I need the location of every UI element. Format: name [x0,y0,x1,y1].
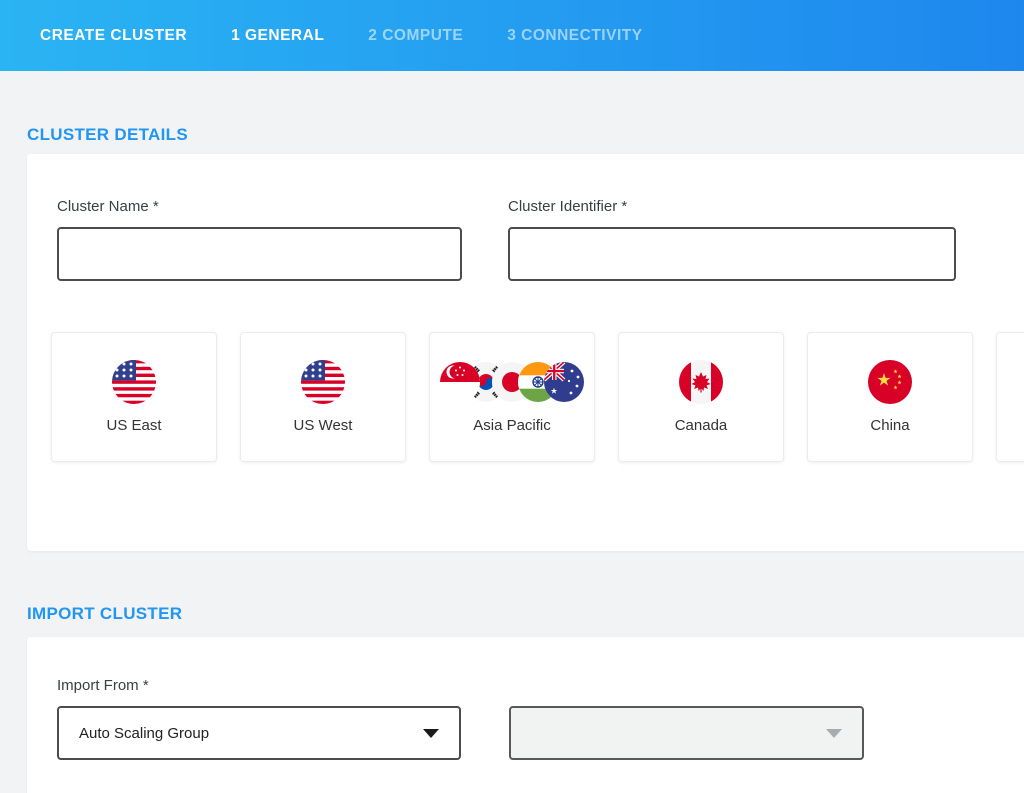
region-label: US East [106,417,161,434]
region-card-canada[interactable]: Canada [618,332,784,462]
us-flag-icon [301,360,345,404]
cluster-details-heading: CLUSTER DETAILS [27,125,1024,145]
asia-pacific-flag-stack-icon [440,360,584,404]
import-from-select[interactable]: Auto Scaling Group [57,706,461,760]
region-label: Canada [675,417,728,434]
step-tab-connectivity[interactable]: 3 CONNECTIVITY [507,27,642,45]
china-flag-icon [868,360,912,404]
step-tab-general[interactable]: 1 GENERAL [231,27,324,45]
cluster-identifier-label: Cluster Identifier * [508,198,956,215]
region-label: Asia Pacific [473,417,551,434]
wizard-header: CREATE CLUSTER 1 GENERAL 2 COMPUTE 3 CON… [0,0,1024,71]
region-label: China [870,417,909,434]
import-from-selected-value: Auto Scaling Group [79,725,209,742]
region-card-us-east[interactable]: US East [51,332,217,462]
step-tab-compute[interactable]: 2 COMPUTE [368,27,463,45]
cluster-details-panel: Cluster Name * Cluster Identifier * [27,154,1024,551]
cluster-name-input[interactable] [57,227,462,281]
cluster-identifier-input[interactable] [508,227,956,281]
wizard-title: CREATE CLUSTER [40,27,187,45]
singapore-flag-icon [440,362,480,402]
region-cards-row: US East [51,332,1024,462]
import-from-label: Import From * [57,677,1024,694]
wizard-body: CLUSTER DETAILS Cluster Name * Cluster I… [0,125,1024,793]
import-selects-row: Auto Scaling Group [57,706,1024,760]
region-card-partial[interactable] [996,332,1024,462]
region-card-china[interactable]: China [807,332,973,462]
region-card-asia-pacific[interactable]: Asia Pacific [429,332,595,462]
cluster-fields-row: Cluster Name * Cluster Identifier * [57,198,1024,281]
us-flag-icon [112,360,156,404]
cluster-name-field-group: Cluster Name * [57,198,462,281]
chevron-down-icon [423,729,439,738]
australia-flag-icon [544,362,584,402]
chevron-down-icon [826,729,842,738]
cluster-name-label: Cluster Name * [57,198,462,215]
cluster-identifier-field-group: Cluster Identifier * [508,198,956,281]
canada-flag-icon [679,360,723,404]
region-label: US West [294,417,353,434]
import-cluster-heading: IMPORT CLUSTER [27,604,1024,624]
region-card-us-west[interactable]: US West [240,332,406,462]
import-cluster-panel: Import From * Auto Scaling Group [27,637,1024,793]
import-source-select[interactable] [509,706,864,760]
